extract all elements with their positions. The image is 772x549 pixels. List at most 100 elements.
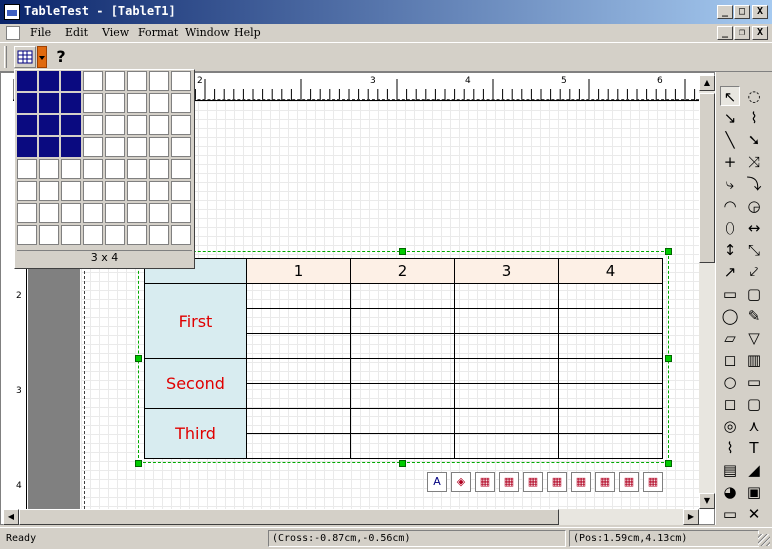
scroll-up-button[interactable]: ▲ — [699, 75, 715, 91]
vertical-scrollbar[interactable]: ▲ ▼ — [699, 75, 715, 509]
column-header-3[interactable]: 3 — [454, 258, 559, 284]
palette-tool-7[interactable]: ⤨ — [744, 152, 764, 172]
table-cell[interactable] — [558, 433, 663, 459]
picker-cell[interactable] — [17, 203, 37, 223]
picker-cell[interactable] — [39, 71, 59, 91]
picker-cell[interactable] — [39, 137, 59, 157]
picker-cell[interactable] — [39, 115, 59, 135]
picker-cell[interactable] — [127, 181, 147, 201]
table-tool-0[interactable]: A — [427, 472, 447, 492]
picker-cell[interactable] — [149, 137, 169, 157]
table-cell[interactable] — [246, 433, 351, 459]
table-tool-7[interactable]: ▦ — [595, 472, 615, 492]
resize-grip-icon[interactable] — [758, 534, 770, 546]
picker-cell[interactable] — [127, 93, 147, 113]
menu-format[interactable]: Format — [138, 26, 178, 39]
table-cell[interactable] — [454, 283, 559, 309]
palette-tool-35[interactable]: ◢ — [744, 460, 764, 480]
picker-cell[interactable] — [105, 137, 125, 157]
table-cell[interactable] — [558, 408, 663, 434]
menu-window[interactable]: Window — [185, 26, 230, 39]
table-cell[interactable] — [558, 383, 663, 409]
menu-help[interactable]: Help — [234, 26, 261, 39]
picker-cell[interactable] — [127, 115, 147, 135]
picker-cell[interactable] — [61, 93, 81, 113]
palette-tool-19[interactable]: ▢ — [744, 284, 764, 304]
close-button[interactable]: X — [752, 5, 768, 19]
insert-table-button[interactable] — [14, 46, 36, 68]
palette-tool-21[interactable]: ✎ — [744, 306, 764, 326]
picker-cell[interactable] — [83, 93, 103, 113]
table-dropdown-arrow[interactable] — [37, 46, 47, 68]
palette-tool-27[interactable]: ▭ — [744, 372, 764, 392]
help-icon[interactable]: ? — [52, 47, 70, 67]
doc-restore-button[interactable]: ❐ — [734, 26, 750, 40]
picker-cell[interactable] — [105, 181, 125, 201]
scroll-down-button[interactable]: ▼ — [699, 493, 715, 509]
picker-cell[interactable] — [171, 93, 191, 113]
picker-cell[interactable] — [127, 137, 147, 157]
picker-cell[interactable] — [83, 137, 103, 157]
resize-handle-right[interactable] — [665, 355, 672, 362]
palette-tool-17[interactable]: ⤦ — [744, 262, 764, 282]
table-tool-6[interactable]: ▦ — [571, 472, 591, 492]
table-tool-9[interactable]: ▦ — [643, 472, 663, 492]
app-icon[interactable] — [4, 4, 20, 20]
picker-cell[interactable] — [17, 93, 37, 113]
picker-cell[interactable] — [149, 115, 169, 135]
table-cell[interactable] — [558, 333, 663, 359]
picker-cell[interactable] — [17, 137, 37, 157]
table-cell[interactable] — [454, 408, 559, 434]
picker-cell[interactable] — [149, 71, 169, 91]
horizontal-scrollbar[interactable]: ◀ ▶ — [3, 509, 699, 525]
palette-tool-23[interactable]: ▽ — [744, 328, 764, 348]
menu-file[interactable]: File — [30, 26, 51, 39]
palette-tool-5[interactable]: ➘ — [744, 130, 764, 150]
picker-cell[interactable] — [61, 115, 81, 135]
palette-tool-33[interactable]: T — [744, 438, 764, 458]
palette-tool-15[interactable]: ⤡ — [744, 240, 764, 260]
table-cell[interactable] — [454, 358, 559, 384]
palette-tool-31[interactable]: ⋏ — [744, 416, 764, 436]
picker-cell[interactable] — [149, 225, 169, 245]
resize-handle-bottom[interactable] — [399, 460, 406, 467]
horizontal-scroll-thumb[interactable] — [19, 509, 559, 525]
resize-handle-top[interactable] — [399, 248, 406, 255]
palette-tool-10[interactable]: ◠ — [720, 196, 740, 216]
picker-cell[interactable] — [61, 159, 81, 179]
palette-tool-39[interactable]: ✕ — [744, 504, 764, 524]
picker-cell[interactable] — [17, 181, 37, 201]
picker-cell[interactable] — [61, 203, 81, 223]
table-cell[interactable] — [558, 358, 663, 384]
palette-tool-4[interactable]: ╲ — [720, 130, 740, 150]
table-cell[interactable] — [350, 383, 455, 409]
palette-tool-20[interactable]: ◯ — [720, 306, 740, 326]
palette-tool-2[interactable]: ↘ — [720, 108, 740, 128]
resize-handle-bottom-right[interactable] — [665, 460, 672, 467]
table-cell[interactable] — [454, 383, 559, 409]
palette-tool-16[interactable]: ↗ — [720, 262, 740, 282]
maximize-button[interactable]: □ — [734, 5, 750, 19]
toolbar-grip[interactable] — [4, 46, 7, 68]
picker-cell[interactable] — [171, 159, 191, 179]
palette-tool-34[interactable]: ▤ — [720, 460, 740, 480]
palette-tool-14[interactable]: ↕ — [720, 240, 740, 260]
table-cell[interactable] — [246, 358, 351, 384]
table-cell[interactable] — [246, 408, 351, 434]
vertical-scroll-thumb[interactable] — [699, 93, 715, 263]
palette-tool-3[interactable]: ⌇ — [744, 108, 764, 128]
data-table[interactable]: 1 2 3 4 First Second Third — [144, 258, 663, 459]
picker-cell[interactable] — [17, 115, 37, 135]
minimize-button[interactable]: _ — [717, 5, 733, 19]
doc-close-button[interactable]: X — [752, 26, 768, 40]
picker-cell[interactable] — [39, 203, 59, 223]
row-header-third[interactable]: Third — [144, 408, 247, 459]
picker-cell[interactable] — [17, 225, 37, 245]
table-tool-5[interactable]: ▦ — [547, 472, 567, 492]
picker-cell[interactable] — [127, 203, 147, 223]
palette-tool-12[interactable]: ⬯ — [720, 218, 740, 238]
picker-cell[interactable] — [83, 203, 103, 223]
menu-edit[interactable]: Edit — [65, 26, 88, 39]
table-cell[interactable] — [350, 358, 455, 384]
table-cell[interactable] — [454, 308, 559, 334]
